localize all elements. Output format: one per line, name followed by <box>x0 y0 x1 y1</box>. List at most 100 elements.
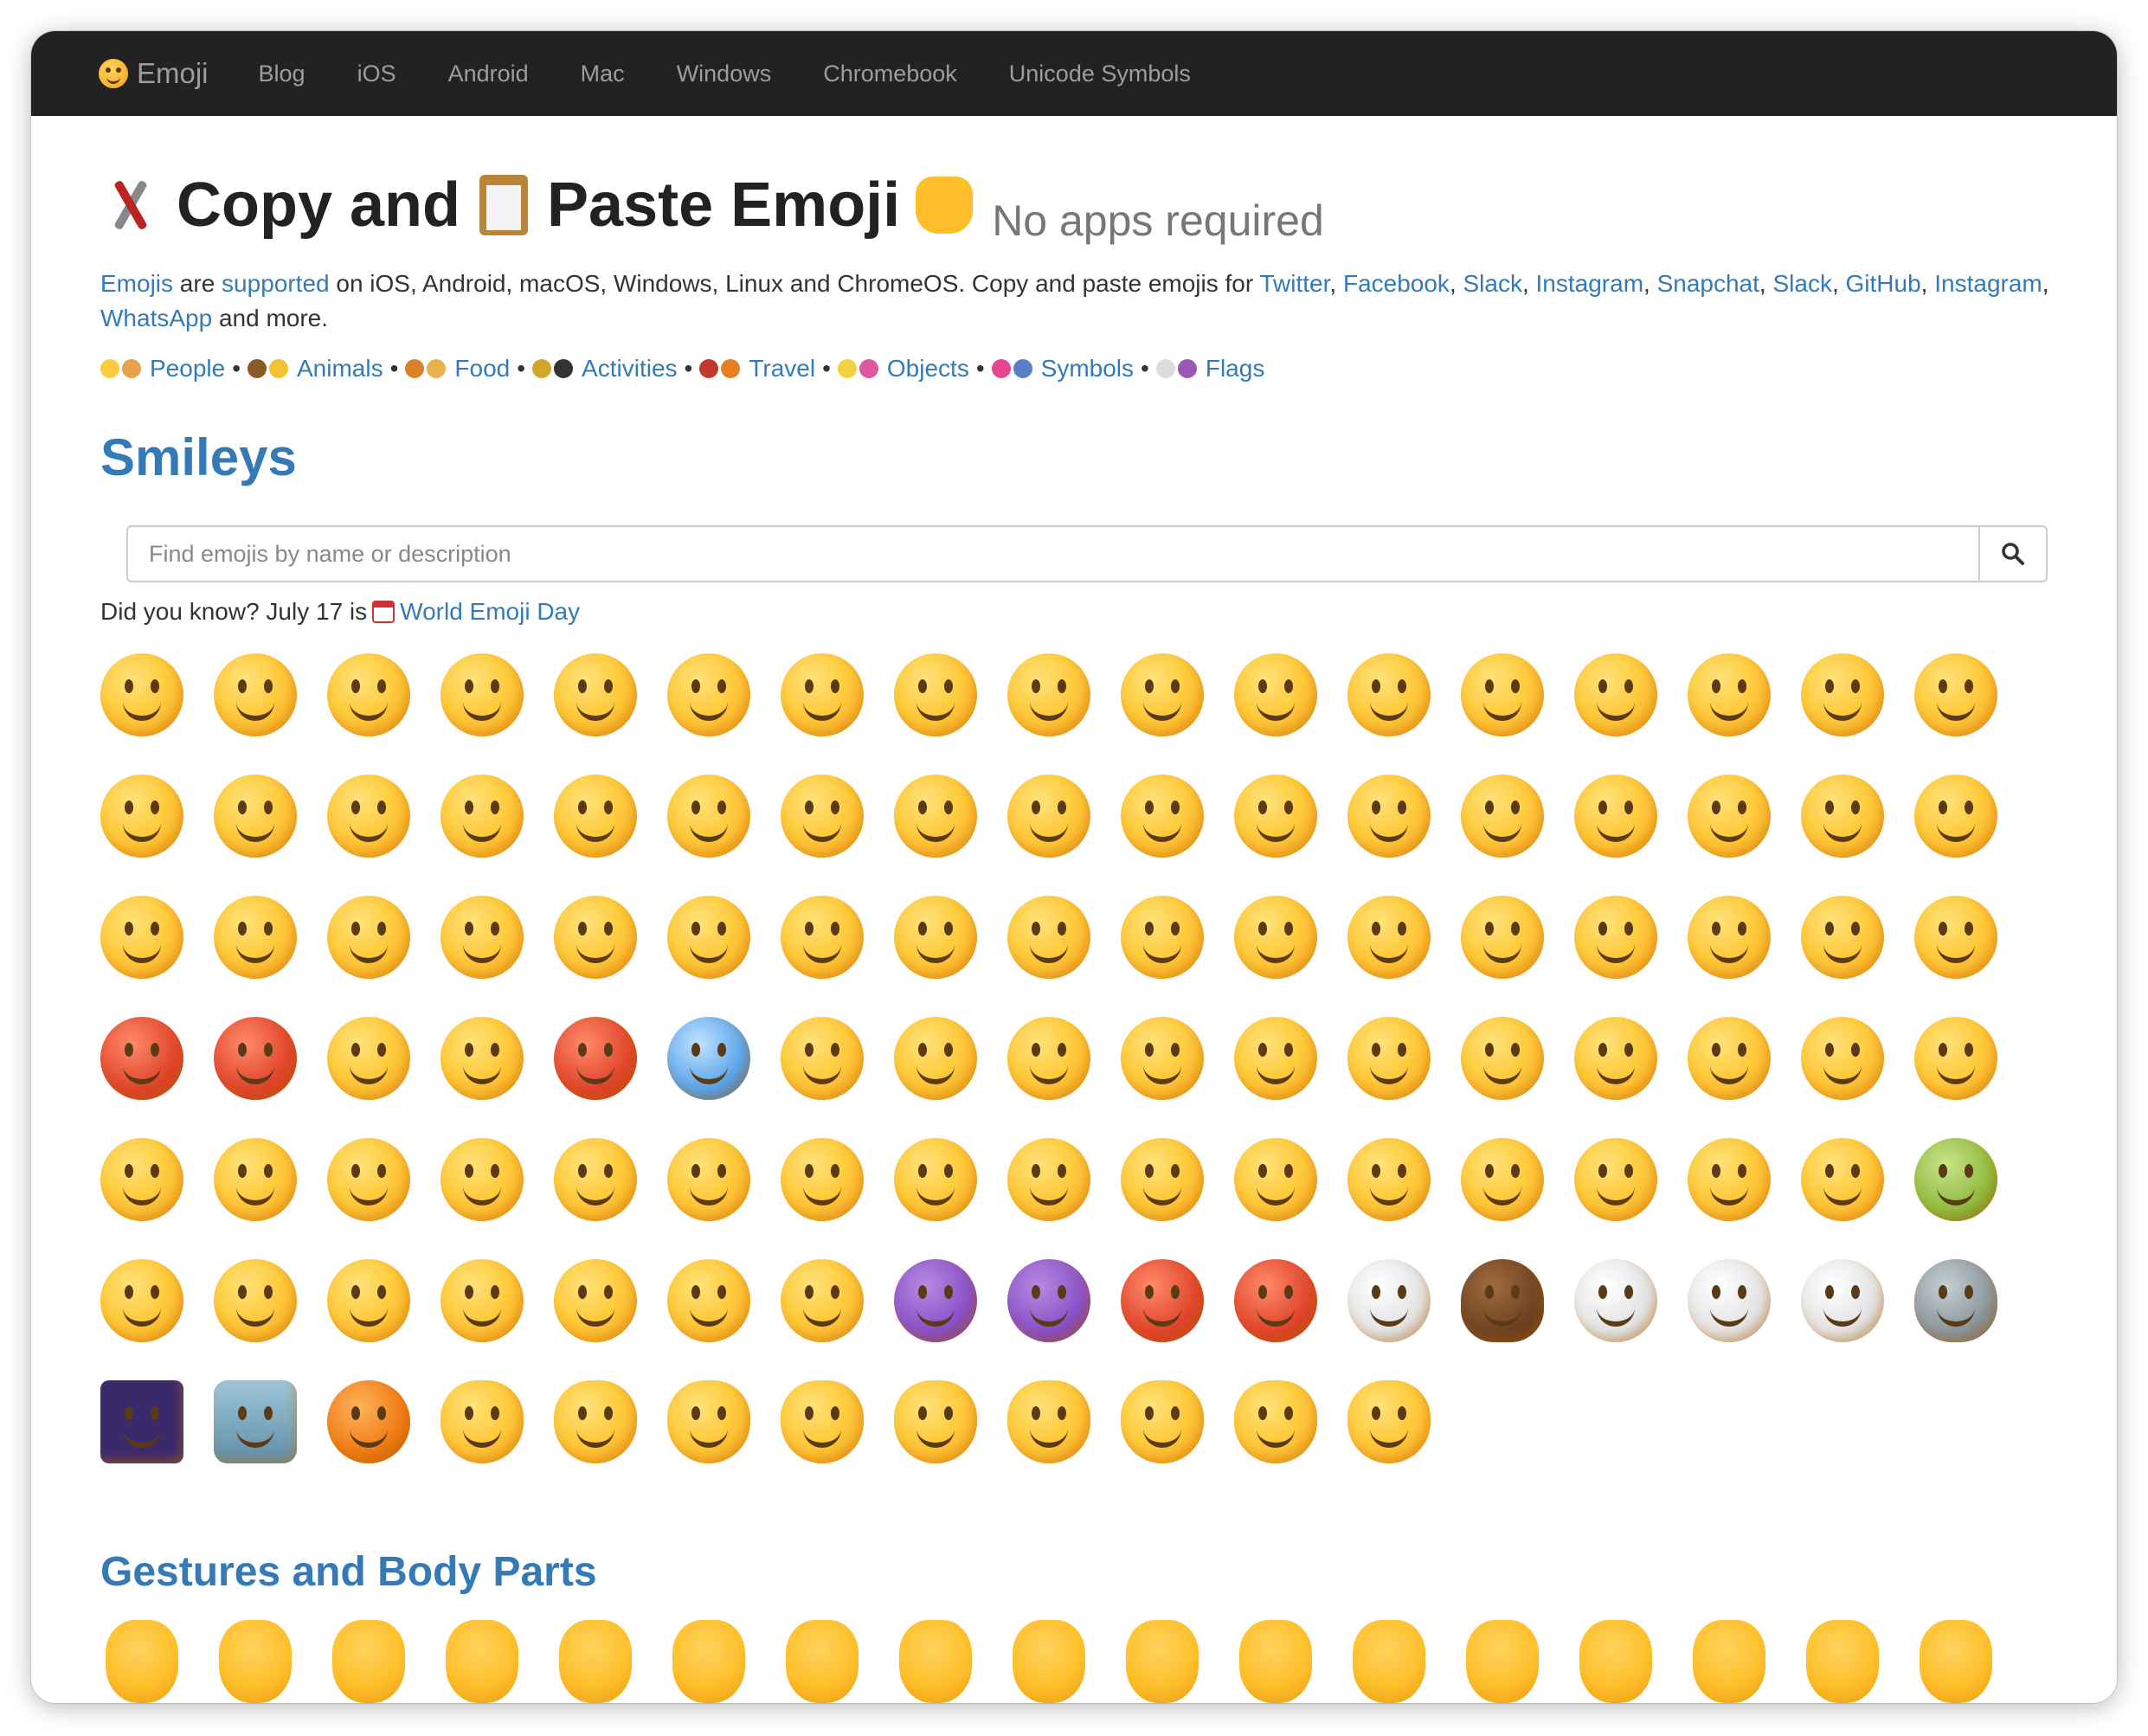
emoji-cell[interactable] <box>894 1259 1007 1380</box>
emoji-cell[interactable] <box>1688 896 1801 1017</box>
category-link-animals[interactable]: Animals <box>248 355 383 383</box>
search-input[interactable]: Find emojis by name or description <box>126 525 1978 582</box>
emoji-cell[interactable] <box>1007 1138 1121 1259</box>
emoji-cell[interactable] <box>214 775 327 896</box>
emoji-cell[interactable] <box>1574 896 1688 1017</box>
emoji-cell[interactable] <box>214 653 327 775</box>
search-button[interactable] <box>1978 525 2048 582</box>
emoji-cell[interactable] <box>214 1017 327 1138</box>
emoji-cell[interactable] <box>1121 1138 1234 1259</box>
emoji-cell[interactable] <box>100 896 214 1017</box>
emoji-cell[interactable] <box>667 1017 781 1138</box>
emoji-cell[interactable] <box>327 896 441 1017</box>
emoji-cell[interactable] <box>441 1017 554 1138</box>
emoji-cell[interactable] <box>100 1380 214 1501</box>
emoji-cell[interactable] <box>894 1620 1007 1703</box>
emoji-cell[interactable] <box>1574 1017 1688 1138</box>
emoji-cell[interactable] <box>441 1380 554 1501</box>
emoji-cell[interactable] <box>327 1017 441 1138</box>
emoji-cell[interactable] <box>1347 1138 1461 1259</box>
emoji-cell[interactable] <box>1007 1259 1121 1380</box>
emoji-cell[interactable] <box>1688 1138 1801 1259</box>
emoji-cell[interactable] <box>214 1259 327 1380</box>
whatsapp-link[interactable]: WhatsApp <box>100 305 212 331</box>
emoji-cell[interactable] <box>781 1138 894 1259</box>
twitter-link[interactable]: Twitter <box>1259 270 1329 297</box>
emoji-cell[interactable] <box>327 1259 441 1380</box>
nav-blog[interactable]: Blog <box>259 61 305 87</box>
emoji-cell[interactable] <box>894 653 1007 775</box>
emoji-cell[interactable] <box>441 653 554 775</box>
nav-android[interactable]: Android <box>448 61 529 87</box>
emoji-cell[interactable] <box>1007 775 1121 896</box>
emoji-cell[interactable] <box>554 653 667 775</box>
emoji-cell[interactable] <box>554 1017 667 1138</box>
emojis-link[interactable]: Emojis <box>100 270 173 297</box>
emoji-cell[interactable] <box>441 1620 554 1703</box>
emoji-cell[interactable] <box>1914 1620 2028 1703</box>
instagram-link[interactable]: Instagram <box>1934 270 2042 297</box>
emoji-cell[interactable] <box>327 1620 441 1703</box>
emoji-cell[interactable] <box>894 1017 1007 1138</box>
emoji-cell[interactable] <box>1347 653 1461 775</box>
emoji-cell[interactable] <box>327 775 441 896</box>
emoji-cell[interactable] <box>1007 1620 1121 1703</box>
category-link-flags[interactable]: Flags <box>1155 355 1264 383</box>
emoji-cell[interactable] <box>1801 1138 1914 1259</box>
emoji-cell[interactable] <box>1007 1380 1121 1501</box>
emoji-cell[interactable] <box>441 775 554 896</box>
category-link-travel[interactable]: Travel <box>699 355 815 383</box>
world-emoji-day-link[interactable]: World Emoji Day <box>400 598 580 626</box>
emoji-cell[interactable] <box>441 1138 554 1259</box>
emoji-cell[interactable] <box>214 1138 327 1259</box>
emoji-cell[interactable] <box>554 1259 667 1380</box>
emoji-cell[interactable] <box>1234 775 1347 896</box>
emoji-cell[interactable] <box>1574 775 1688 896</box>
emoji-cell[interactable] <box>100 1138 214 1259</box>
emoji-cell[interactable] <box>781 896 894 1017</box>
emoji-cell[interactable] <box>1007 1017 1121 1138</box>
slack-link[interactable]: Slack <box>1463 270 1522 297</box>
slack-link[interactable]: Slack <box>1772 270 1831 297</box>
emoji-cell[interactable] <box>1234 1620 1347 1703</box>
emoji-cell[interactable] <box>1121 1380 1234 1501</box>
category-link-food[interactable]: Food <box>405 355 510 383</box>
emoji-cell[interactable] <box>667 1259 781 1380</box>
emoji-cell[interactable] <box>1234 896 1347 1017</box>
emoji-cell[interactable] <box>781 653 894 775</box>
nav-chromebook[interactable]: Chromebook <box>823 61 957 87</box>
emoji-cell[interactable] <box>1461 775 1574 896</box>
category-link-objects[interactable]: Objects <box>837 355 969 383</box>
emoji-cell[interactable] <box>1801 896 1914 1017</box>
category-link-people[interactable]: People <box>100 355 225 383</box>
category-link-symbols[interactable]: Symbols <box>991 355 1134 383</box>
emoji-cell[interactable] <box>1801 1620 1914 1703</box>
emoji-cell[interactable] <box>1688 1017 1801 1138</box>
emoji-cell[interactable] <box>1234 653 1347 775</box>
emoji-cell[interactable] <box>781 1620 894 1703</box>
emoji-cell[interactable] <box>1461 653 1574 775</box>
emoji-cell[interactable] <box>1914 1017 2028 1138</box>
emoji-cell[interactable] <box>667 1138 781 1259</box>
emoji-cell[interactable] <box>554 775 667 896</box>
emoji-cell[interactable] <box>100 775 214 896</box>
emoji-cell[interactable] <box>894 896 1007 1017</box>
emoji-cell[interactable] <box>441 896 554 1017</box>
nav-windows[interactable]: Windows <box>677 61 772 87</box>
nav-ios[interactable]: iOS <box>357 61 396 87</box>
emoji-cell[interactable] <box>1121 1017 1234 1138</box>
emoji-cell[interactable] <box>1461 1620 1574 1703</box>
emoji-cell[interactable] <box>1914 1259 2028 1380</box>
emoji-cell[interactable] <box>1688 653 1801 775</box>
emoji-cell[interactable] <box>1688 1259 1801 1380</box>
emoji-cell[interactable] <box>667 1380 781 1501</box>
emoji-cell[interactable] <box>667 775 781 896</box>
emoji-cell[interactable] <box>1914 653 2028 775</box>
facebook-link[interactable]: Facebook <box>1343 270 1450 297</box>
emoji-cell[interactable] <box>1574 653 1688 775</box>
emoji-cell[interactable] <box>1347 775 1461 896</box>
emoji-cell[interactable] <box>1688 1620 1801 1703</box>
emoji-cell[interactable] <box>1801 1017 1914 1138</box>
emoji-cell[interactable] <box>894 775 1007 896</box>
emoji-cell[interactable] <box>894 1138 1007 1259</box>
